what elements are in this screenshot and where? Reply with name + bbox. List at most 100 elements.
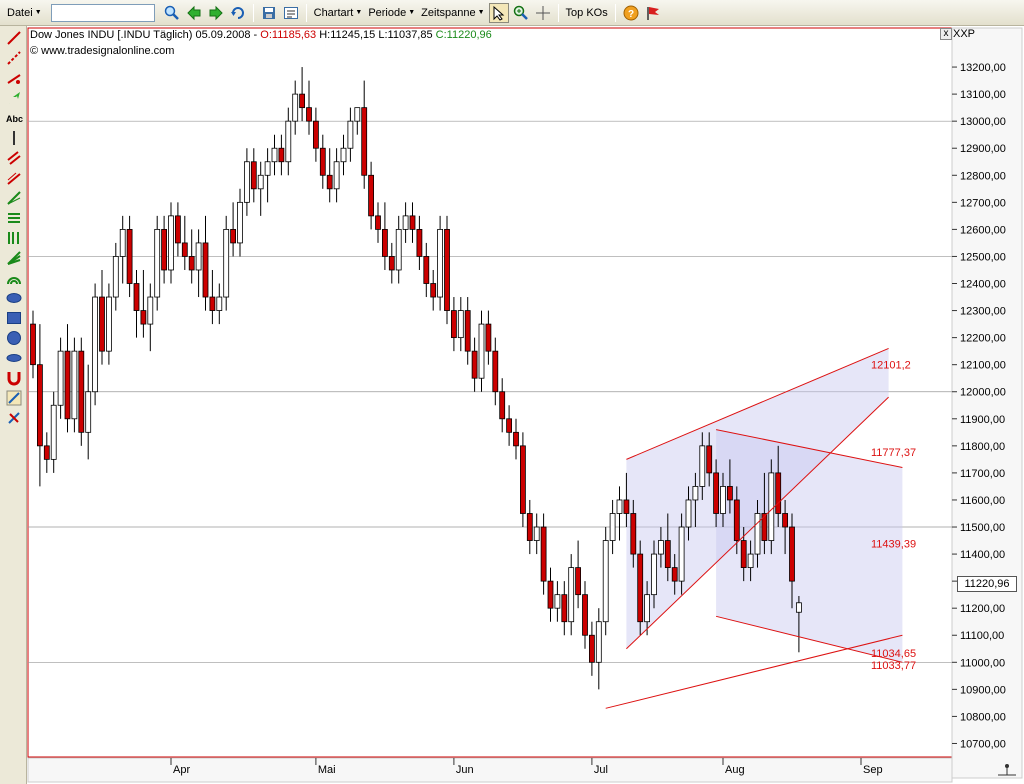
- candle-body: [595, 621, 602, 663]
- candle-body: [85, 391, 92, 433]
- candle-body: [664, 540, 671, 569]
- candle-body: [64, 350, 71, 420]
- candle-body: [685, 499, 692, 528]
- candle-body: [326, 174, 333, 190]
- candle-body: [361, 107, 368, 176]
- y-tick-label: 11700,00: [960, 468, 1005, 480]
- x-tick-label: Apr: [173, 764, 190, 776]
- candle-body: [257, 174, 264, 190]
- candle-body: [775, 472, 782, 514]
- candle-body: [306, 107, 312, 122]
- candle-body: [319, 147, 326, 176]
- candle-body: [437, 228, 444, 298]
- candle-body: [630, 513, 637, 555]
- candle-body: [209, 296, 216, 311]
- candle-body: [381, 228, 388, 257]
- x-tick-label: Mai: [318, 764, 336, 776]
- y-tick-label: 10700,00: [960, 738, 1006, 750]
- candle-body: [195, 242, 202, 271]
- candle-body: [658, 540, 664, 555]
- candle-body: [237, 201, 243, 244]
- ohlc-open: O:11185,63: [260, 29, 317, 41]
- candlestick-chart[interactable]: 10700,00 10800,00 10900,00 11000,00 11100,00…: [0, 0, 1024, 784]
- candle-body: [699, 445, 706, 487]
- candle-body: [644, 594, 650, 623]
- y-tick-label: 12200,00: [960, 333, 1006, 345]
- candle-body: [126, 228, 133, 284]
- candle-body: [533, 526, 540, 541]
- candle-body: [202, 242, 209, 298]
- candle-body: [692, 486, 699, 501]
- last-price-tag: 11220,96: [957, 576, 1017, 592]
- candle-body: [678, 526, 685, 582]
- candle-body: [609, 513, 616, 541]
- ohlc-close: C:11220,96: [435, 29, 492, 41]
- candle-body: [444, 228, 450, 311]
- candle-body: [243, 161, 250, 203]
- y-tick-label: 12800,00: [960, 170, 1006, 182]
- candle-body: [416, 228, 423, 257]
- chart-header: Dow Jones INDU [.INDU Täglich) 05.09.200…: [30, 29, 492, 41]
- candle-body: [782, 513, 788, 528]
- candle-body: [147, 296, 154, 325]
- candle-body: [540, 526, 547, 582]
- candle-body: [292, 93, 299, 122]
- candle-body: [478, 323, 485, 379]
- candle-body: [71, 350, 78, 420]
- candle-body: [526, 513, 533, 541]
- candle-body: [347, 120, 354, 149]
- x-tick-label: Jun: [456, 764, 474, 776]
- candle-body: [740, 540, 747, 569]
- candle-body: [354, 107, 361, 122]
- chart-source: © www.tradesignalonline.com: [30, 45, 175, 57]
- resize-grip-icon[interactable]: [958, 760, 1020, 782]
- candle-body: [99, 296, 105, 352]
- candle-body: [375, 215, 381, 230]
- candle-body: [409, 215, 416, 230]
- candle-body: [278, 147, 285, 163]
- trend-annotation: 11033,77: [871, 660, 916, 672]
- candle-body: [450, 310, 457, 339]
- candle-body: [582, 594, 588, 636]
- candle-body: [727, 486, 733, 501]
- candle-body: [43, 445, 50, 460]
- y-tick-label: 10800,00: [960, 711, 1006, 723]
- candle-body: [388, 256, 395, 271]
- y-tick-label: 11100,00: [960, 630, 1004, 642]
- candle-body: [119, 228, 126, 257]
- trend-line: [605, 634, 903, 709]
- close-chart-button[interactable]: x: [940, 28, 952, 40]
- candle-body: [271, 147, 278, 163]
- candle-body: [713, 472, 719, 514]
- trend-annotation: 11034,65: [871, 648, 916, 660]
- candle-body: [30, 323, 36, 366]
- candle-body: [754, 513, 761, 555]
- candle-body: [520, 445, 526, 514]
- y-tick-label: 12500,00: [960, 251, 1006, 263]
- candle-body: [561, 594, 568, 623]
- ohlc-low: L:11037,85: [378, 29, 433, 41]
- candle-body: [395, 228, 402, 271]
- candle-body: [154, 228, 161, 298]
- candle-body: [285, 120, 292, 163]
- candle-body: [485, 323, 492, 352]
- y-tick-label: 12100,00: [960, 360, 1006, 372]
- candle-body: [188, 256, 195, 271]
- candle-body: [575, 567, 581, 596]
- ohlc-high: H:11245,15: [319, 29, 376, 41]
- y-tick-label: 11900,00: [960, 414, 1005, 426]
- y-tick-label: 11400,00: [960, 549, 1005, 561]
- candle-body: [499, 391, 506, 420]
- candle-body: [554, 594, 561, 609]
- candle-body: [430, 283, 437, 298]
- y-tick-label: 12400,00: [960, 279, 1006, 291]
- candle-body: [78, 350, 85, 433]
- candle-body: [264, 161, 271, 176]
- y-tick-label: 12700,00: [960, 197, 1006, 209]
- candle-body: [568, 567, 575, 623]
- x-tick-label: Sep: [863, 764, 883, 776]
- candle-body: [174, 215, 181, 244]
- candle-body: [112, 256, 119, 298]
- trend-annotation: 12101,2: [871, 359, 911, 371]
- y-tick-label: 13100,00: [960, 89, 1006, 101]
